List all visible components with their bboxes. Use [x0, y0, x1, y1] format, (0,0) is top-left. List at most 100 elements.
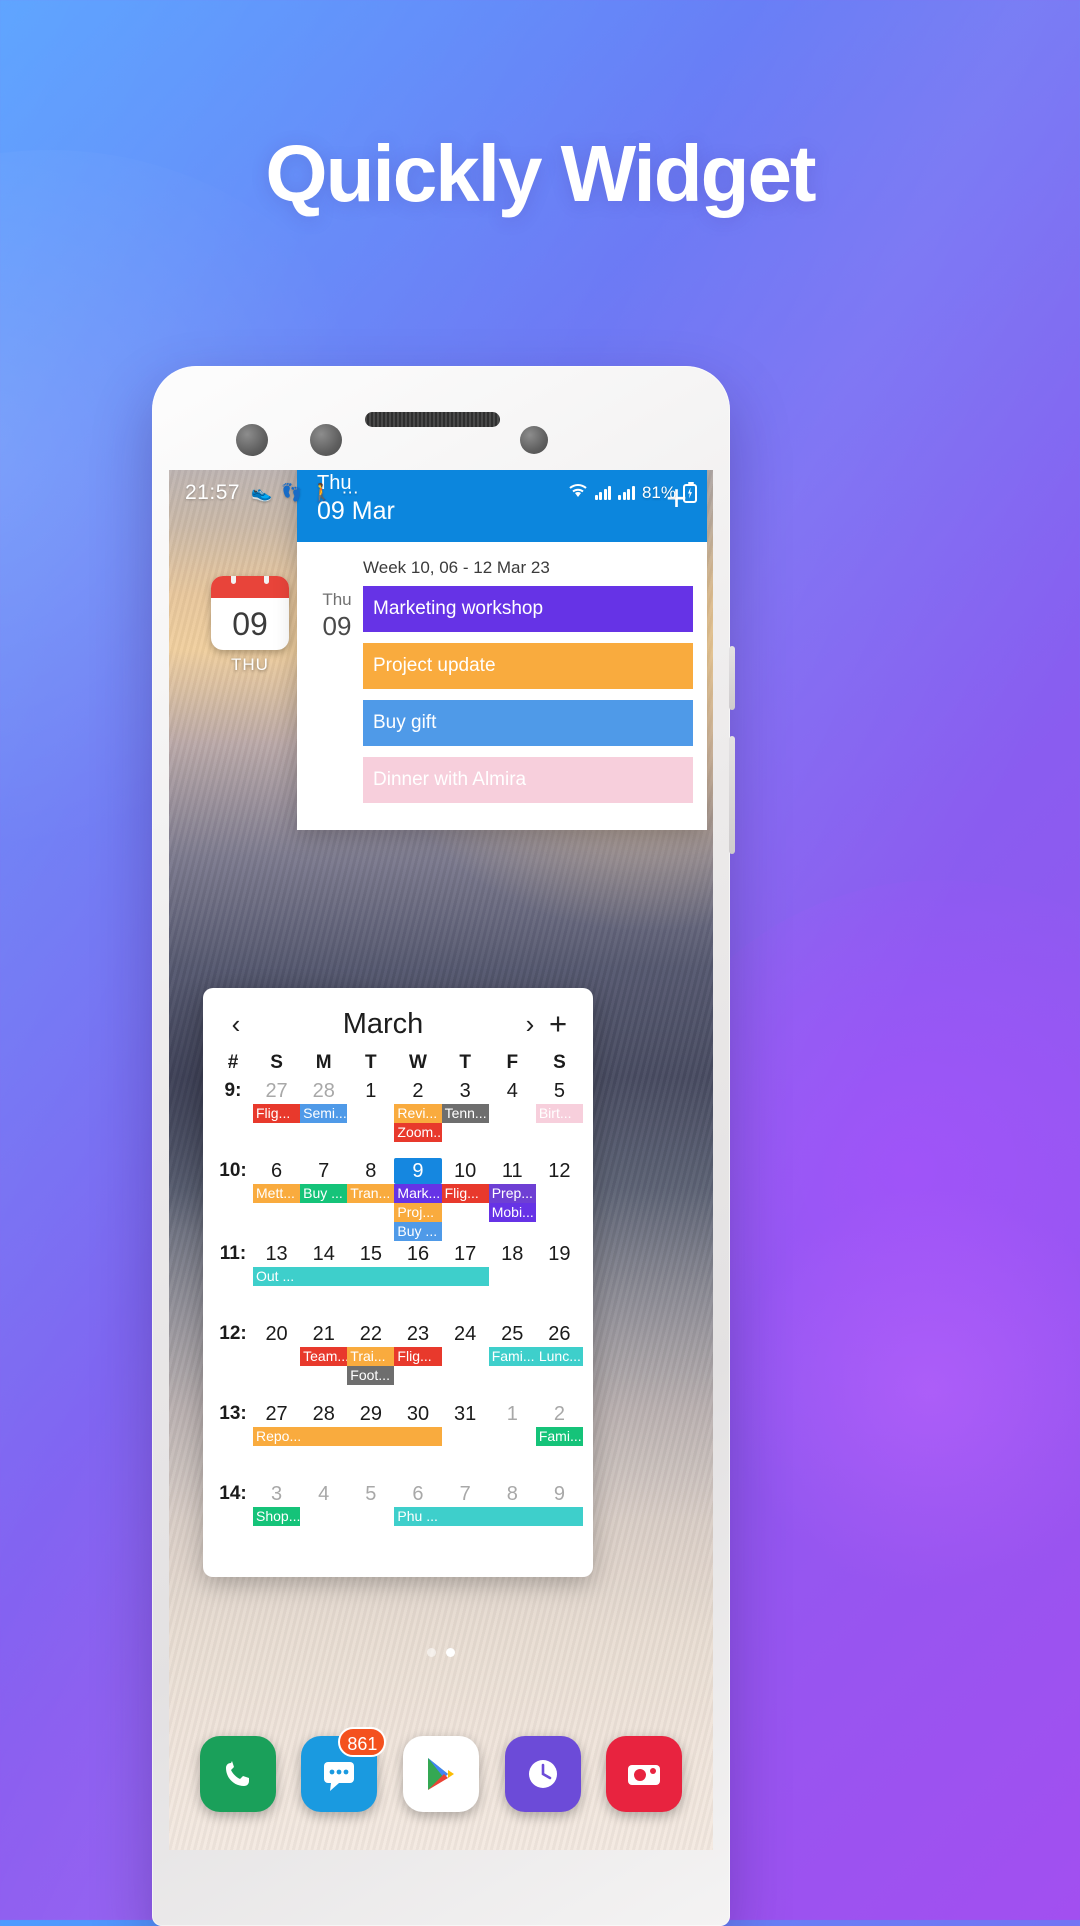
- agenda-event-list: Marketing workshop Project update Buy gift…: [363, 586, 693, 814]
- page-dot[interactable]: [427, 1648, 436, 1657]
- event-chip[interactable]: Mark...: [394, 1184, 442, 1203]
- event-chip[interactable]: Flig...: [441, 1184, 489, 1203]
- play-store-app-icon[interactable]: [402, 1736, 479, 1812]
- day-cell[interactable]: 29: [347, 1401, 394, 1427]
- day-cell[interactable]: 5: [347, 1481, 394, 1507]
- day-cell[interactable]: 18: [489, 1241, 536, 1267]
- event-chip[interactable]: Semi...: [300, 1104, 348, 1123]
- day-cell[interactable]: 25: [489, 1321, 536, 1347]
- event-chip[interactable]: Zoom...: [394, 1123, 442, 1142]
- day-cell[interactable]: 10: [442, 1158, 489, 1184]
- week-row: 10: 6 7 8 9 10 11 12 Mett... Buy ... Tran... Mark..…: [213, 1158, 583, 1241]
- day-cell[interactable]: 4: [489, 1078, 536, 1104]
- day-cell[interactable]: 24: [442, 1321, 489, 1347]
- day-cell[interactable]: 1: [347, 1078, 394, 1104]
- day-cell[interactable]: 15: [347, 1241, 394, 1267]
- event-chip[interactable]: Flig...: [253, 1104, 301, 1123]
- event-chip[interactable]: Prep...: [488, 1184, 536, 1203]
- event-chip[interactable]: Fami...: [488, 1347, 536, 1366]
- event-chip[interactable]: Mett...: [253, 1184, 301, 1203]
- phone-screen: 21:57 👟 👣 🚶 ⋯ 81% 09 THU Thu 09 Mar + We…: [169, 470, 713, 1850]
- day-cell[interactable]: 23: [394, 1321, 441, 1347]
- agenda-event[interactable]: Project update: [363, 643, 693, 689]
- day-cell[interactable]: 28: [300, 1078, 347, 1104]
- day-cell[interactable]: 20: [253, 1321, 300, 1347]
- day-cell[interactable]: 17: [442, 1241, 489, 1267]
- day-cell[interactable]: 6: [253, 1158, 300, 1184]
- day-cell[interactable]: 14: [300, 1241, 347, 1267]
- event-chip[interactable]: Tenn...: [441, 1104, 489, 1123]
- event-chip[interactable]: Revi...: [394, 1104, 442, 1123]
- event-chip-row: Flig... Semi... Revi... Tenn... Birt...: [253, 1104, 583, 1123]
- day-cell[interactable]: 30: [394, 1401, 441, 1427]
- day-cell[interactable]: 27: [253, 1078, 300, 1104]
- phone-app-icon[interactable]: [199, 1736, 276, 1812]
- agenda-event[interactable]: Buy gift: [363, 700, 693, 746]
- day-cell[interactable]: 22: [347, 1321, 394, 1347]
- day-cell[interactable]: 8: [347, 1158, 394, 1184]
- day-cell[interactable]: 21: [300, 1321, 347, 1347]
- event-chip[interactable]: Mobi...: [488, 1203, 536, 1222]
- camera-app-icon[interactable]: [606, 1736, 683, 1812]
- event-chip[interactable]: Flig...: [394, 1347, 442, 1366]
- week-row: 12: 20 21 22 23 24 25 26 Team... Trai... Flig... Fa…: [213, 1321, 583, 1401]
- event-chip-row: Foot...: [253, 1366, 583, 1385]
- week-days-cell: 3 4 5 6 7 8 9 Shop... Phu ...: [253, 1481, 583, 1561]
- agenda-event[interactable]: Marketing workshop: [363, 586, 693, 632]
- clock-app-icon[interactable]: [504, 1736, 581, 1812]
- agenda-day-column: Thu 09: [311, 586, 363, 814]
- agenda-widget[interactable]: Thu 09 Mar + Week 10, 06 - 12 Mar 23 Thu…: [297, 470, 707, 830]
- event-chip[interactable]: Out ...: [253, 1267, 489, 1286]
- event-chip[interactable]: Fami...: [535, 1427, 583, 1446]
- next-month-button[interactable]: ›: [517, 1009, 543, 1040]
- day-cell[interactable]: 9: [394, 1158, 442, 1184]
- agenda-event[interactable]: Dinner with Almira: [363, 757, 693, 803]
- month-add-event-button[interactable]: +: [543, 1006, 573, 1042]
- messages-app-icon[interactable]: 861: [301, 1727, 387, 1812]
- day-cell[interactable]: 26: [536, 1321, 583, 1347]
- day-cell[interactable]: 16: [394, 1241, 441, 1267]
- day-cell[interactable]: 5: [536, 1078, 583, 1104]
- day-cell[interactable]: 2: [536, 1401, 583, 1427]
- event-chip[interactable]: Team...: [300, 1347, 348, 1366]
- calendar-app-icon[interactable]: 09 THU: [211, 576, 289, 675]
- more-icon: ⋯: [341, 483, 359, 502]
- week-row: 13: 27 28 29 30 31 1 2 Repo... Fami...: [213, 1401, 583, 1481]
- event-chip[interactable]: Birt...: [535, 1104, 583, 1123]
- month-widget-header: ‹ March › +: [213, 1000, 583, 1052]
- event-chip[interactable]: Trai...: [347, 1347, 395, 1366]
- prev-month-button[interactable]: ‹: [223, 1009, 249, 1040]
- day-cell[interactable]: 3: [253, 1481, 300, 1507]
- day-cell[interactable]: 4: [300, 1481, 347, 1507]
- event-chip[interactable]: Buy ...: [394, 1222, 442, 1241]
- event-chip[interactable]: Foot...: [347, 1366, 395, 1385]
- day-cell[interactable]: 2: [394, 1078, 441, 1104]
- event-chip[interactable]: Tran...: [347, 1184, 395, 1203]
- day-cell[interactable]: 19: [536, 1241, 583, 1267]
- day-cell[interactable]: 31: [442, 1401, 489, 1427]
- event-chip[interactable]: Buy ...: [300, 1184, 348, 1203]
- day-cell[interactable]: 8: [489, 1481, 536, 1507]
- day-cell[interactable]: 12: [536, 1158, 583, 1184]
- day-cell[interactable]: 9: [536, 1481, 583, 1507]
- day-cell[interactable]: 27: [253, 1401, 300, 1427]
- event-chip[interactable]: Shop...: [253, 1507, 301, 1526]
- calendar-icon-header: [211, 576, 289, 598]
- day-cell[interactable]: 6: [394, 1481, 441, 1507]
- day-cell[interactable]: 3: [442, 1078, 489, 1104]
- day-cell[interactable]: 1: [489, 1401, 536, 1427]
- day-cell[interactable]: 13: [253, 1241, 300, 1267]
- week-number: 14:: [219, 1483, 247, 1504]
- day-cell[interactable]: 11: [489, 1158, 536, 1184]
- event-chip[interactable]: Phu ...: [394, 1507, 583, 1526]
- day-cell[interactable]: 7: [442, 1481, 489, 1507]
- weekday-header: T: [459, 1052, 471, 1073]
- month-calendar-widget[interactable]: ‹ March › + # S M T W T F S 9: 27 28 1 2 3 4 5 Flig... S…: [203, 988, 593, 1577]
- event-chip[interactable]: Lunc...: [535, 1347, 583, 1366]
- page-dot[interactable]: [446, 1648, 455, 1657]
- event-chip[interactable]: Proj...: [394, 1203, 442, 1222]
- event-chip[interactable]: Repo...: [253, 1427, 442, 1446]
- day-cell[interactable]: 7: [300, 1158, 347, 1184]
- day-cell[interactable]: 28: [300, 1401, 347, 1427]
- proximity-sensor-icon: [520, 426, 548, 454]
